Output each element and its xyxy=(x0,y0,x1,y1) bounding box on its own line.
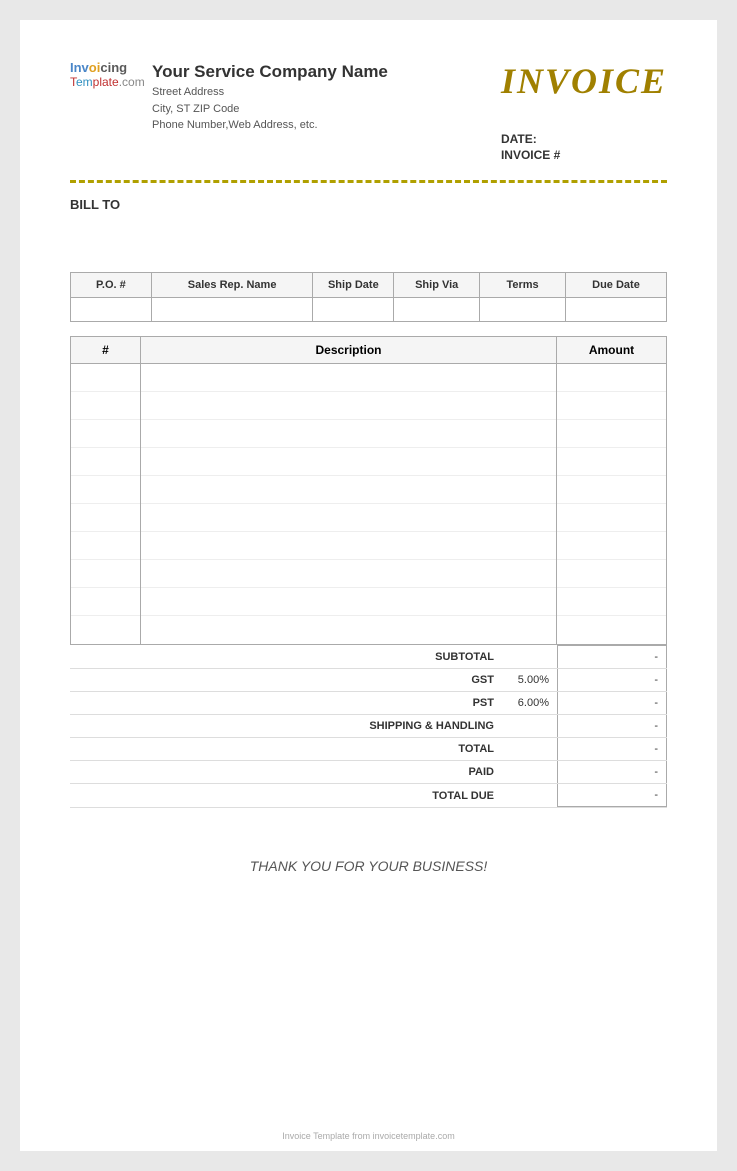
shipping-label: SHIPPING & HANDLING xyxy=(302,715,502,737)
invoice-header: Invoicing Template.com Your Service Comp… xyxy=(70,60,667,164)
sales-rep-header: Sales Rep. Name xyxy=(151,273,313,298)
invoice-title: INVOICE xyxy=(501,60,667,102)
due-date-header: Due Date xyxy=(565,273,666,298)
total-label: TOTAL xyxy=(302,738,502,760)
invoice-page: Invoicing Template.com Your Service Comp… xyxy=(20,20,717,1151)
total-due-row: TOTAL DUE - xyxy=(70,784,667,808)
gst-row: GST 5.00% - xyxy=(70,669,667,692)
paid-value: - xyxy=(557,761,667,783)
items-body-row xyxy=(71,364,667,645)
ship-date-value xyxy=(313,298,394,322)
logo-invoicing-text: Invoicing xyxy=(70,60,140,75)
total-due-label: TOTAL DUE xyxy=(302,785,502,807)
company-name: Your Service Company Name xyxy=(152,62,388,82)
phone-web: Phone Number,Web Address, etc. xyxy=(152,117,388,134)
shipping-row: SHIPPING & HANDLING - xyxy=(70,715,667,738)
company-address: Street Address City, ST ZIP Code Phone N… xyxy=(152,84,388,134)
total-value: - xyxy=(557,738,667,760)
header-left: Invoicing Template.com Your Service Comp… xyxy=(70,60,388,134)
pst-row: PST 6.00% - xyxy=(70,692,667,715)
paid-row: PAID - xyxy=(70,761,667,784)
footer-watermark: Invoice Template from invoicetemplate.co… xyxy=(20,1131,717,1141)
desc-header: Description xyxy=(141,337,557,364)
total-rate xyxy=(502,744,557,754)
dashed-separator xyxy=(70,180,667,183)
bill-to-label: BILL TO xyxy=(70,197,667,212)
total-row: TOTAL - xyxy=(70,738,667,761)
paid-label: PAID xyxy=(302,761,502,783)
thank-you-message: THANK YOU FOR YOUR BUSINESS! xyxy=(70,858,667,874)
street-address: Street Address xyxy=(152,84,388,101)
shipping-rate xyxy=(502,721,557,731)
gst-value: - xyxy=(557,669,667,691)
subtotal-label: SUBTOTAL xyxy=(302,646,502,668)
subtotal-rate xyxy=(502,652,557,662)
gst-label: GST xyxy=(302,669,502,691)
invoice-num-label: INVOICE # xyxy=(501,148,667,162)
amount-header: Amount xyxy=(557,337,667,364)
ship-via-header: Ship Via xyxy=(394,273,480,298)
total-due-value: - xyxy=(557,784,667,807)
subtotal-row: SUBTOTAL - xyxy=(70,645,667,669)
company-info: Your Service Company Name Street Address… xyxy=(152,62,388,134)
date-label: DATE: xyxy=(501,132,667,146)
due-date-value xyxy=(565,298,666,322)
po-header: P.O. # xyxy=(71,273,152,298)
company-logo: Invoicing Template.com xyxy=(70,60,140,115)
po-value xyxy=(71,298,152,322)
item-amounts xyxy=(557,364,667,645)
shipping-value: - xyxy=(557,715,667,737)
sales-rep-value xyxy=(151,298,313,322)
totals-section: SUBTOTAL - GST 5.00% - PST 6.00% - SHIPP… xyxy=(70,645,667,808)
gst-rate: 5.00% xyxy=(502,669,557,691)
header-right: INVOICE DATE: INVOICE # xyxy=(501,60,667,164)
paid-rate xyxy=(502,767,557,777)
total-due-rate xyxy=(502,791,557,801)
ship-via-value xyxy=(394,298,480,322)
pst-rate: 6.00% xyxy=(502,692,557,714)
terms-value xyxy=(480,298,566,322)
invoice-meta: DATE: INVOICE # xyxy=(501,132,667,162)
ship-date-header: Ship Date xyxy=(313,273,394,298)
item-descriptions xyxy=(141,364,557,645)
subtotal-value: - xyxy=(557,645,667,668)
logo-template-text: Template.com xyxy=(70,75,140,89)
order-table: P.O. # Sales Rep. Name Ship Date Ship Vi… xyxy=(70,272,667,322)
pst-value: - xyxy=(557,692,667,714)
items-table: # Description Amount xyxy=(70,336,667,645)
order-row xyxy=(71,298,667,322)
num-header: # xyxy=(71,337,141,364)
pst-label: PST xyxy=(302,692,502,714)
item-numbers xyxy=(71,364,141,645)
city-state-zip: City, ST ZIP Code xyxy=(152,101,388,118)
terms-header: Terms xyxy=(480,273,566,298)
